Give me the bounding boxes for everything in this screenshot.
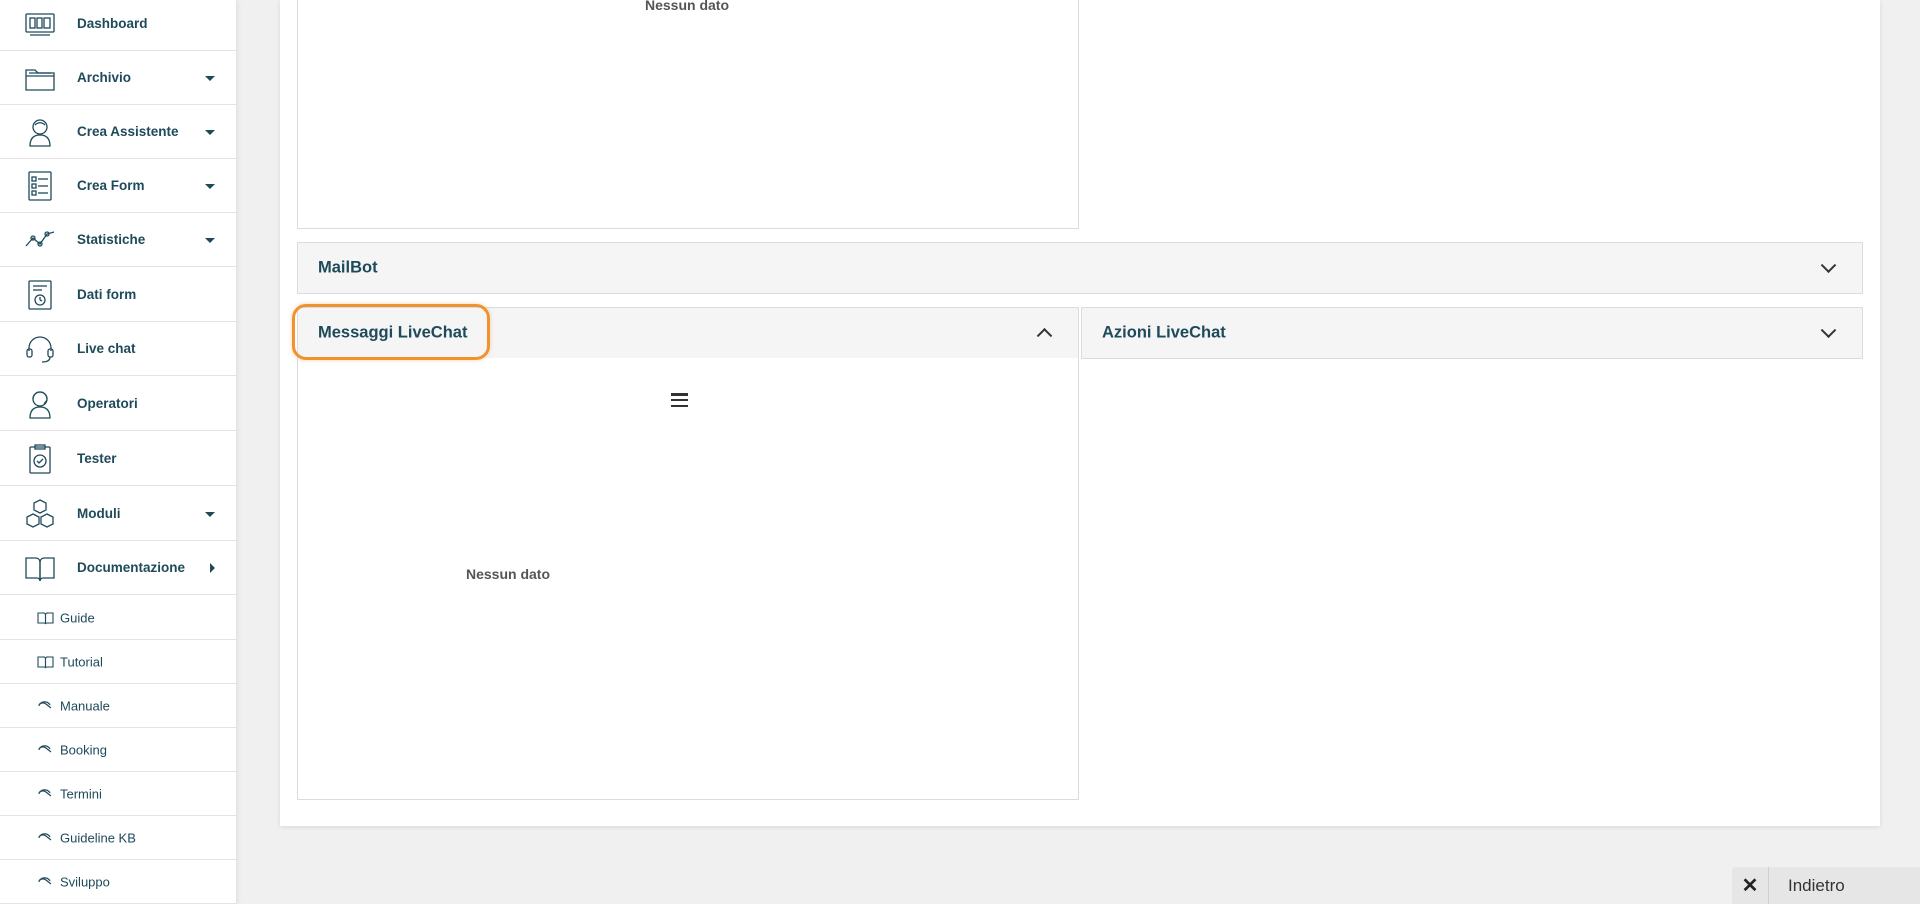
highlight-outline bbox=[292, 304, 490, 360]
caret-down-icon bbox=[205, 237, 215, 243]
sidebar-item-crea-form[interactable]: Crea Form bbox=[0, 159, 236, 213]
messaggi-livechat-panel-body bbox=[297, 358, 1079, 800]
headset-icon bbox=[26, 335, 54, 363]
dashboard-icon bbox=[25, 12, 55, 36]
sidebar-subitem-label: Guideline KB bbox=[60, 830, 136, 845]
operator-icon bbox=[29, 390, 51, 419]
close-icon[interactable]: ✕ bbox=[1732, 867, 1769, 904]
link-icon bbox=[38, 788, 52, 796]
sidebar-item-label: Statistiche bbox=[77, 232, 146, 247]
sidebar-item-label: Tester bbox=[77, 451, 117, 466]
sidebar-item-documentazione[interactable]: Documentazione bbox=[0, 541, 236, 595]
stats-icon bbox=[25, 230, 55, 247]
chevron-down-icon[interactable] bbox=[1820, 322, 1837, 339]
book-icon bbox=[37, 611, 54, 624]
chevron-down-icon[interactable] bbox=[1820, 257, 1837, 274]
sidebar-item-crea-assistente[interactable]: Crea Assistente bbox=[0, 105, 236, 159]
sidebar-subitem-termini[interactable]: Termini bbox=[0, 772, 236, 816]
link-icon bbox=[38, 700, 52, 708]
sidebar-item-label: Archivio bbox=[77, 70, 132, 85]
book-icon bbox=[25, 556, 55, 581]
sidebar: Dashboard Archivio Crea Assistente Crea … bbox=[0, 0, 237, 904]
assistant-icon bbox=[29, 118, 51, 147]
top-panel: Nessun dato bbox=[297, 0, 1079, 229]
sidebar-item-dati-form[interactable]: Dati form bbox=[0, 268, 236, 322]
no-data-text: Nessun dato bbox=[466, 566, 551, 582]
sidebar-subitem-guideline-kb[interactable]: Guideline KB bbox=[0, 816, 236, 860]
sidebar-subitem-manuale[interactable]: Manuale bbox=[0, 684, 236, 728]
form-data-icon bbox=[28, 279, 52, 310]
form-icon bbox=[28, 170, 52, 201]
sidebar-subitem-label: Booking bbox=[60, 742, 107, 757]
sidebar-subitem-label: Sviluppo bbox=[60, 874, 110, 889]
sidebar-item-label: Crea Form bbox=[77, 178, 145, 193]
sidebar-item-tester[interactable]: Tester bbox=[0, 432, 236, 486]
link-icon bbox=[38, 832, 52, 840]
chevron-up-icon[interactable] bbox=[1036, 327, 1053, 344]
link-icon bbox=[38, 876, 52, 884]
sidebar-subitem-tutorial[interactable]: Tutorial bbox=[0, 640, 236, 684]
sidebar-subitem-guide[interactable]: Guide bbox=[0, 596, 236, 640]
sidebar-item-moduli[interactable]: Moduli bbox=[0, 487, 236, 541]
sidebar-subitem-label: Termini bbox=[60, 786, 102, 801]
sidebar-item-label: Live chat bbox=[77, 341, 136, 356]
sidebar-item-statistiche[interactable]: Statistiche bbox=[0, 213, 236, 267]
sidebar-item-label: Moduli bbox=[77, 506, 121, 521]
caret-down-icon bbox=[205, 511, 215, 517]
clipboard-check-icon bbox=[29, 443, 51, 474]
back-button[interactable]: Indietro bbox=[1788, 876, 1845, 896]
sidebar-item-label: Dati form bbox=[77, 287, 137, 302]
caret-down-icon bbox=[205, 183, 215, 189]
sidebar-subitem-label: Guide bbox=[60, 610, 95, 625]
azioni-livechat-panel-header[interactable]: Azioni LiveChat bbox=[1081, 307, 1863, 359]
sidebar-item-label: Crea Assistente bbox=[77, 124, 179, 139]
sidebar-item-live-chat[interactable]: Live chat bbox=[0, 322, 236, 376]
folder-icon bbox=[25, 68, 55, 91]
mailbot-panel-header[interactable]: MailBot bbox=[297, 242, 1863, 294]
panel-title: MailBot bbox=[318, 258, 378, 277]
no-data-text: Nessun dato bbox=[645, 0, 730, 13]
sidebar-item-archivio[interactable]: Archivio bbox=[0, 51, 236, 105]
book-icon bbox=[37, 655, 54, 668]
link-icon bbox=[38, 744, 52, 752]
sidebar-subitem-sviluppo[interactable]: Sviluppo bbox=[0, 860, 236, 904]
sidebar-subitem-booking[interactable]: Booking bbox=[0, 728, 236, 772]
sidebar-subitem-label: Manuale bbox=[60, 698, 110, 713]
sidebar-item-label: Operatori bbox=[77, 396, 138, 411]
panel-title: Azioni LiveChat bbox=[1102, 323, 1226, 342]
sidebar-item-label: Dashboard bbox=[77, 16, 148, 31]
caret-down-icon bbox=[205, 75, 215, 81]
sidebar-item-operatori[interactable]: Operatori bbox=[0, 377, 236, 431]
hamburger-icon[interactable] bbox=[671, 393, 688, 408]
sidebar-subitem-label: Tutorial bbox=[60, 654, 103, 669]
sidebar-item-dashboard[interactable]: Dashboard bbox=[0, 0, 236, 51]
back-bar: ✕ Indietro bbox=[1732, 867, 1920, 904]
caret-down-icon bbox=[205, 129, 215, 135]
sidebar-item-label: Documentazione bbox=[77, 560, 186, 575]
caret-right-icon bbox=[210, 562, 215, 573]
cubes-icon bbox=[26, 498, 54, 528]
